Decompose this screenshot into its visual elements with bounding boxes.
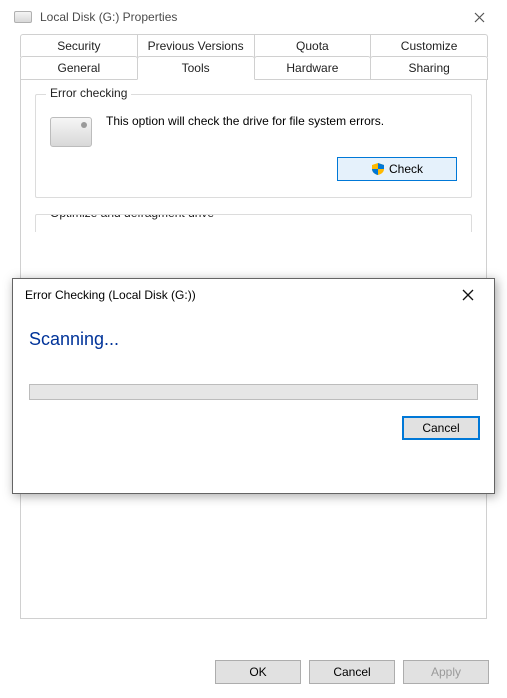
- close-icon: [462, 289, 474, 301]
- tab-quota[interactable]: Quota: [254, 34, 372, 57]
- tab-sharing[interactable]: Sharing: [370, 56, 488, 80]
- dialog-close-button[interactable]: [448, 281, 488, 309]
- group-optimize: Optimize and defragment drive: [35, 214, 472, 232]
- tab-security[interactable]: Security: [20, 34, 138, 57]
- close-button[interactable]: [457, 2, 501, 32]
- check-button-label: Check: [389, 162, 423, 176]
- tab-row-1: Security Previous Versions Quota Customi…: [20, 34, 487, 57]
- tab-general[interactable]: General: [20, 56, 138, 80]
- dialog-titlebar: Error Checking (Local Disk (G:)): [13, 279, 494, 311]
- close-icon: [474, 12, 485, 23]
- uac-shield-icon: [371, 162, 385, 176]
- titlebar: Local Disk (G:) Properties: [0, 0, 507, 34]
- dialog-button-bar: OK Cancel Apply: [215, 660, 489, 684]
- window-title: Local Disk (G:) Properties: [40, 10, 457, 24]
- error-checking-button-row: Check: [50, 157, 457, 181]
- ok-button[interactable]: OK: [215, 660, 301, 684]
- error-checking-description: This option will check the drive for fil…: [106, 109, 457, 129]
- group-error-checking-row: This option will check the drive for fil…: [50, 109, 457, 147]
- drive-large-icon: [50, 117, 92, 147]
- check-button[interactable]: Check: [337, 157, 457, 181]
- tab-row-2: General Tools Hardware Sharing: [20, 56, 487, 80]
- group-optimize-legend: Optimize and defragment drive: [46, 214, 218, 220]
- dialog-title: Error Checking (Local Disk (G:)): [25, 288, 448, 302]
- error-checking-dialog: Error Checking (Local Disk (G:)) Scannin…: [12, 278, 495, 494]
- dialog-cancel-button[interactable]: Cancel: [402, 416, 480, 440]
- progress-bar: [29, 384, 478, 400]
- tab-customize[interactable]: Customize: [370, 34, 488, 57]
- cancel-button[interactable]: Cancel: [309, 660, 395, 684]
- drive-icon: [14, 11, 32, 23]
- dialog-body: Scanning...: [13, 311, 494, 400]
- apply-button: Apply: [403, 660, 489, 684]
- group-error-checking-legend: Error checking: [46, 86, 131, 100]
- tab-tools[interactable]: Tools: [137, 56, 255, 80]
- tab-previous-versions[interactable]: Previous Versions: [137, 34, 255, 57]
- dialog-button-row: Cancel: [13, 400, 494, 454]
- tab-hardware[interactable]: Hardware: [254, 56, 372, 80]
- group-error-checking: Error checking This option will check th…: [35, 94, 472, 198]
- scan-status: Scanning...: [29, 329, 478, 350]
